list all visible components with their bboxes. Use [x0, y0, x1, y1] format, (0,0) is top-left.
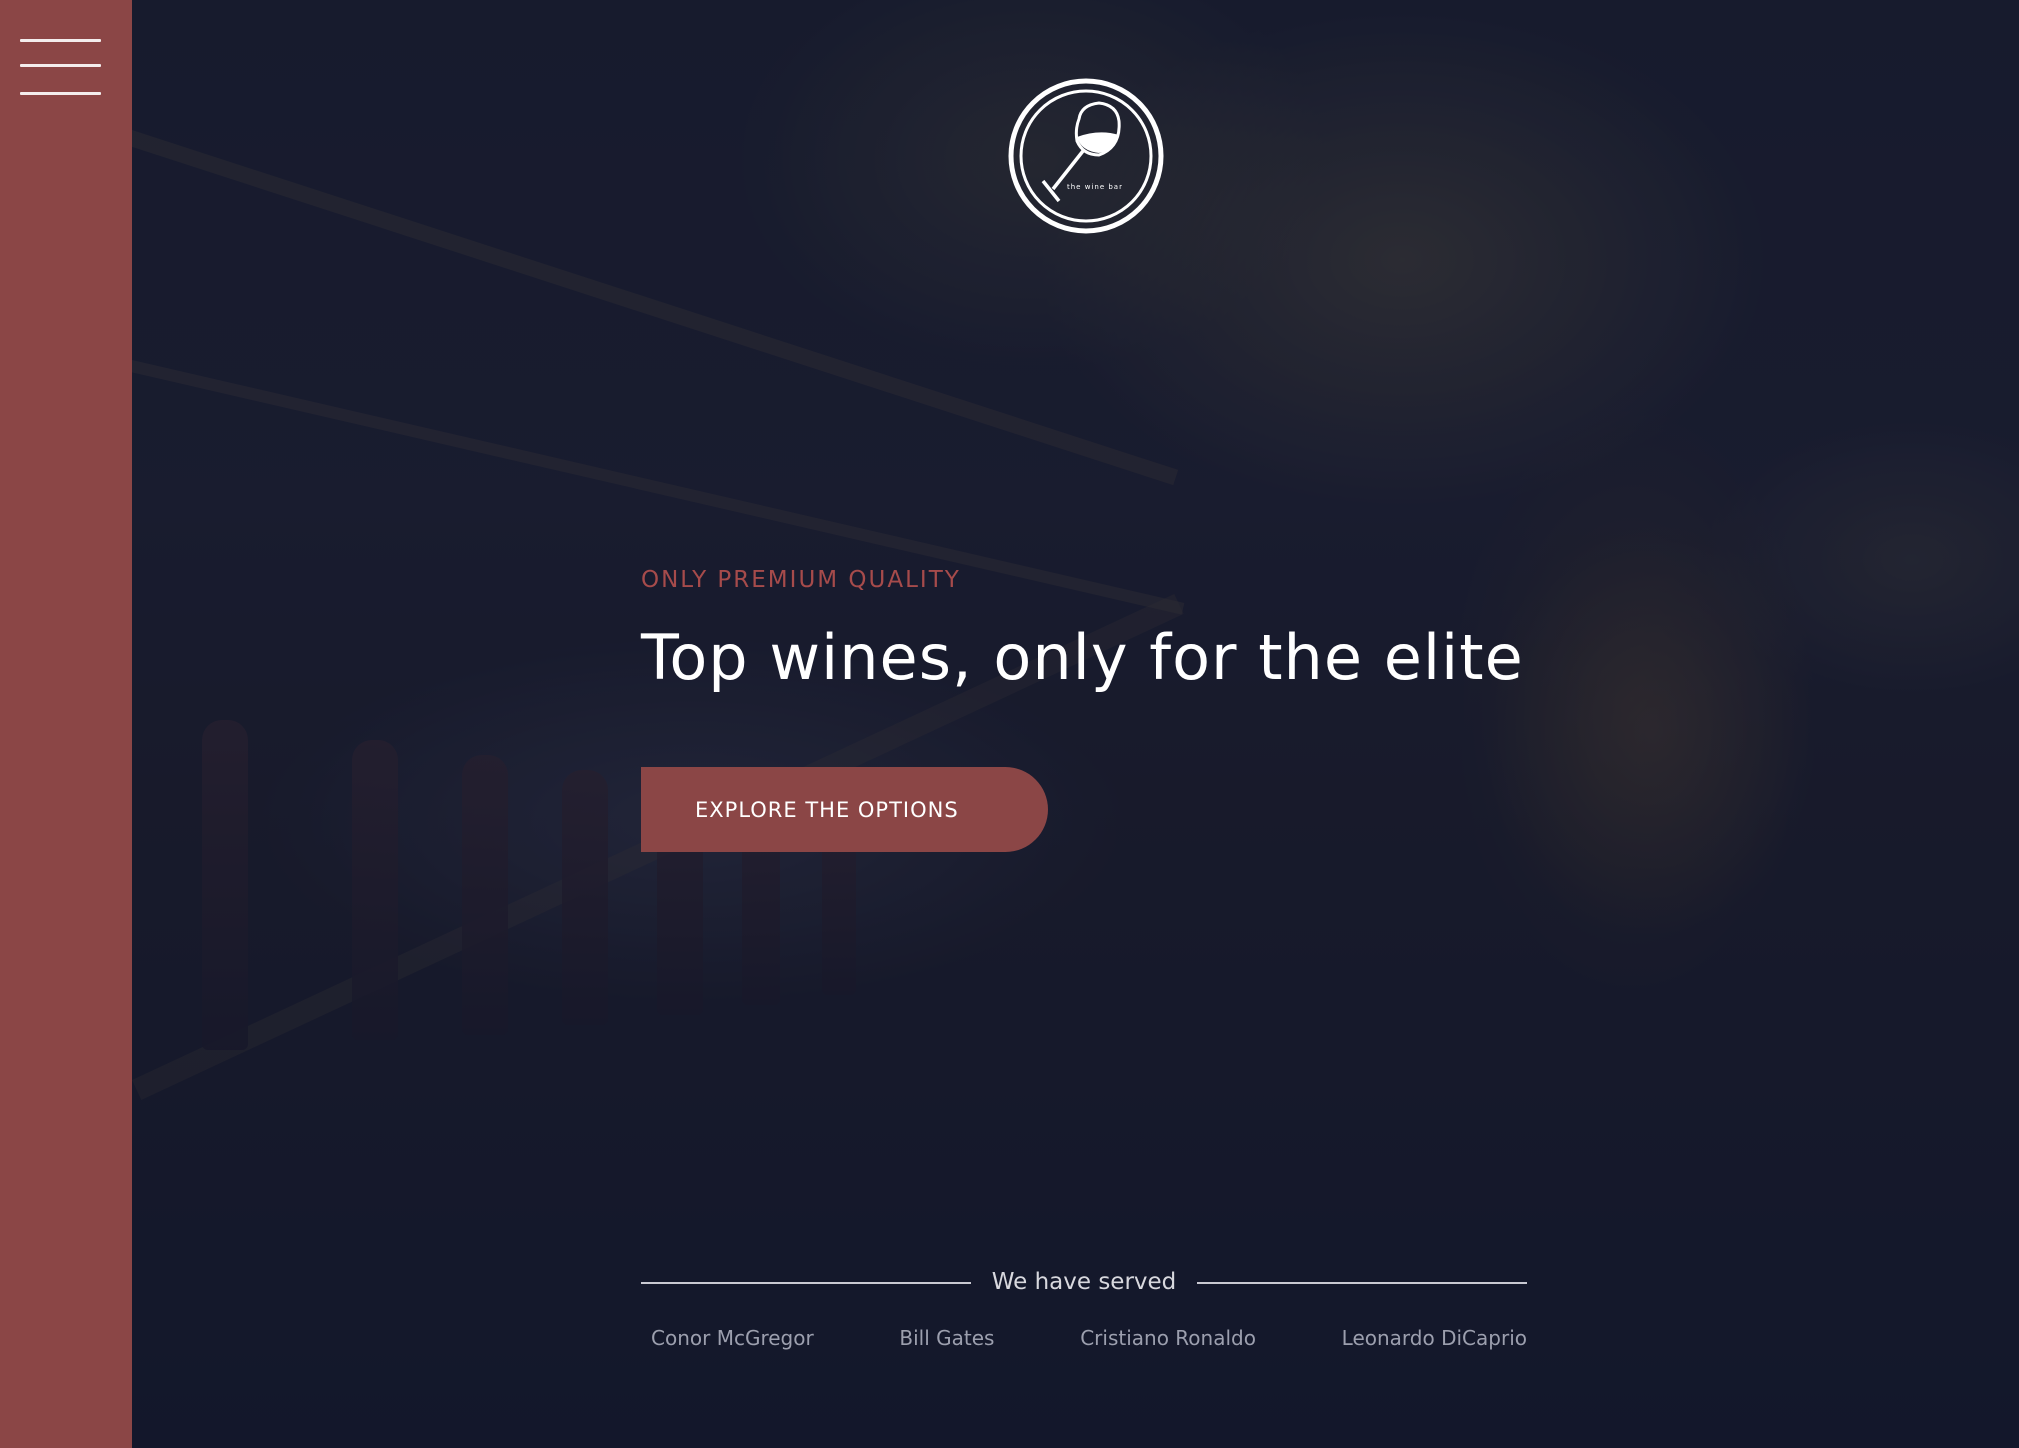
hero-headline: Top wines, only for the elite [641, 621, 1524, 694]
served-names-list: Conor McGregor Bill Gates Cristiano Rona… [641, 1326, 1527, 1350]
wine-bar-logo[interactable]: the wine bar [1007, 77, 1165, 235]
divider-line [1197, 1282, 1527, 1284]
served-label: We have served [991, 1269, 1177, 1295]
served-name: Cristiano Ronaldo [1080, 1326, 1256, 1350]
served-name: Bill Gates [899, 1326, 995, 1350]
menu-bar-top [20, 39, 101, 42]
divider-line [641, 1282, 971, 1284]
sidebar [0, 0, 132, 1448]
hero-content: ONLY PREMIUM QUALITY Top wines, only for… [641, 560, 1541, 852]
served-name: Leonardo DiCaprio [1341, 1326, 1527, 1350]
served-name: Conor McGregor [651, 1326, 814, 1350]
explore-options-button[interactable]: EXPLORE THE OPTIONS [641, 767, 1048, 852]
hero-eyebrow: ONLY PREMIUM QUALITY [641, 567, 961, 593]
logo-text: the wine bar [1067, 183, 1123, 191]
menu-bar-bottom [20, 92, 101, 95]
page: the wine bar ONLY PREMIUM QUALITY Top wi… [0, 0, 2019, 1448]
served-heading-row: We have served [641, 1262, 1527, 1302]
wine-glass-icon: the wine bar [1008, 78, 1164, 234]
hamburger-menu-icon[interactable] [18, 36, 102, 100]
menu-bar-middle [20, 64, 101, 67]
served-section: We have served Conor McGregor Bill Gates… [641, 1262, 1527, 1350]
